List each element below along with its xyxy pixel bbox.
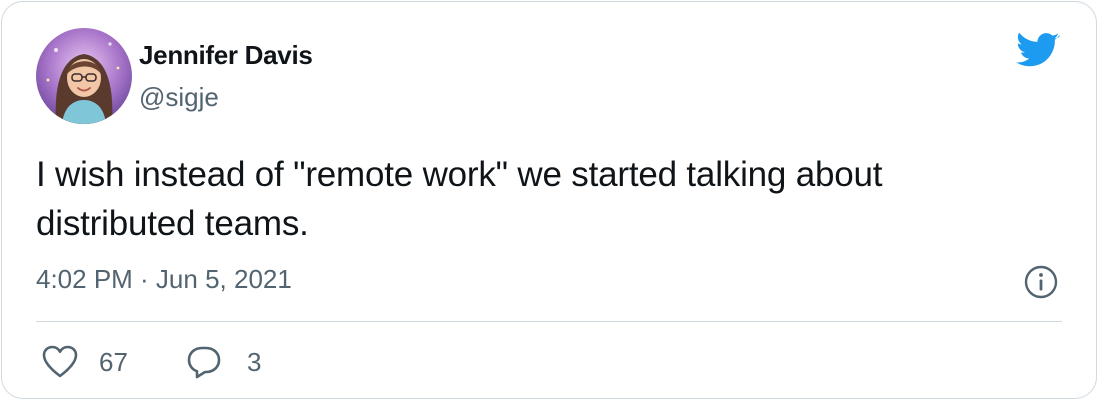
avatar[interactable] bbox=[36, 28, 132, 124]
like-count: 67 bbox=[99, 346, 128, 377]
author-handle[interactable]: @sigje bbox=[139, 82, 219, 113]
heart-icon bbox=[42, 345, 78, 378]
tweet-timestamp[interactable]: 4:02 PM · Jun 5, 2021 bbox=[36, 264, 292, 295]
tweet-text: I wish instead of "remote work" we start… bbox=[36, 155, 883, 243]
info-icon[interactable] bbox=[1023, 264, 1059, 300]
divider bbox=[36, 321, 1062, 322]
tweet-card[interactable]: Jennifer Davis @sigje I wish instead of … bbox=[1, 1, 1097, 399]
twitter-bird-icon[interactable] bbox=[1016, 32, 1060, 70]
like-button[interactable]: 67 bbox=[42, 342, 128, 382]
speech-bubble-icon bbox=[187, 346, 221, 379]
reply-button[interactable]: 3 bbox=[186, 342, 261, 382]
author-display-name[interactable]: Jennifer Davis bbox=[139, 40, 313, 71]
reply-count: 3 bbox=[247, 346, 262, 377]
